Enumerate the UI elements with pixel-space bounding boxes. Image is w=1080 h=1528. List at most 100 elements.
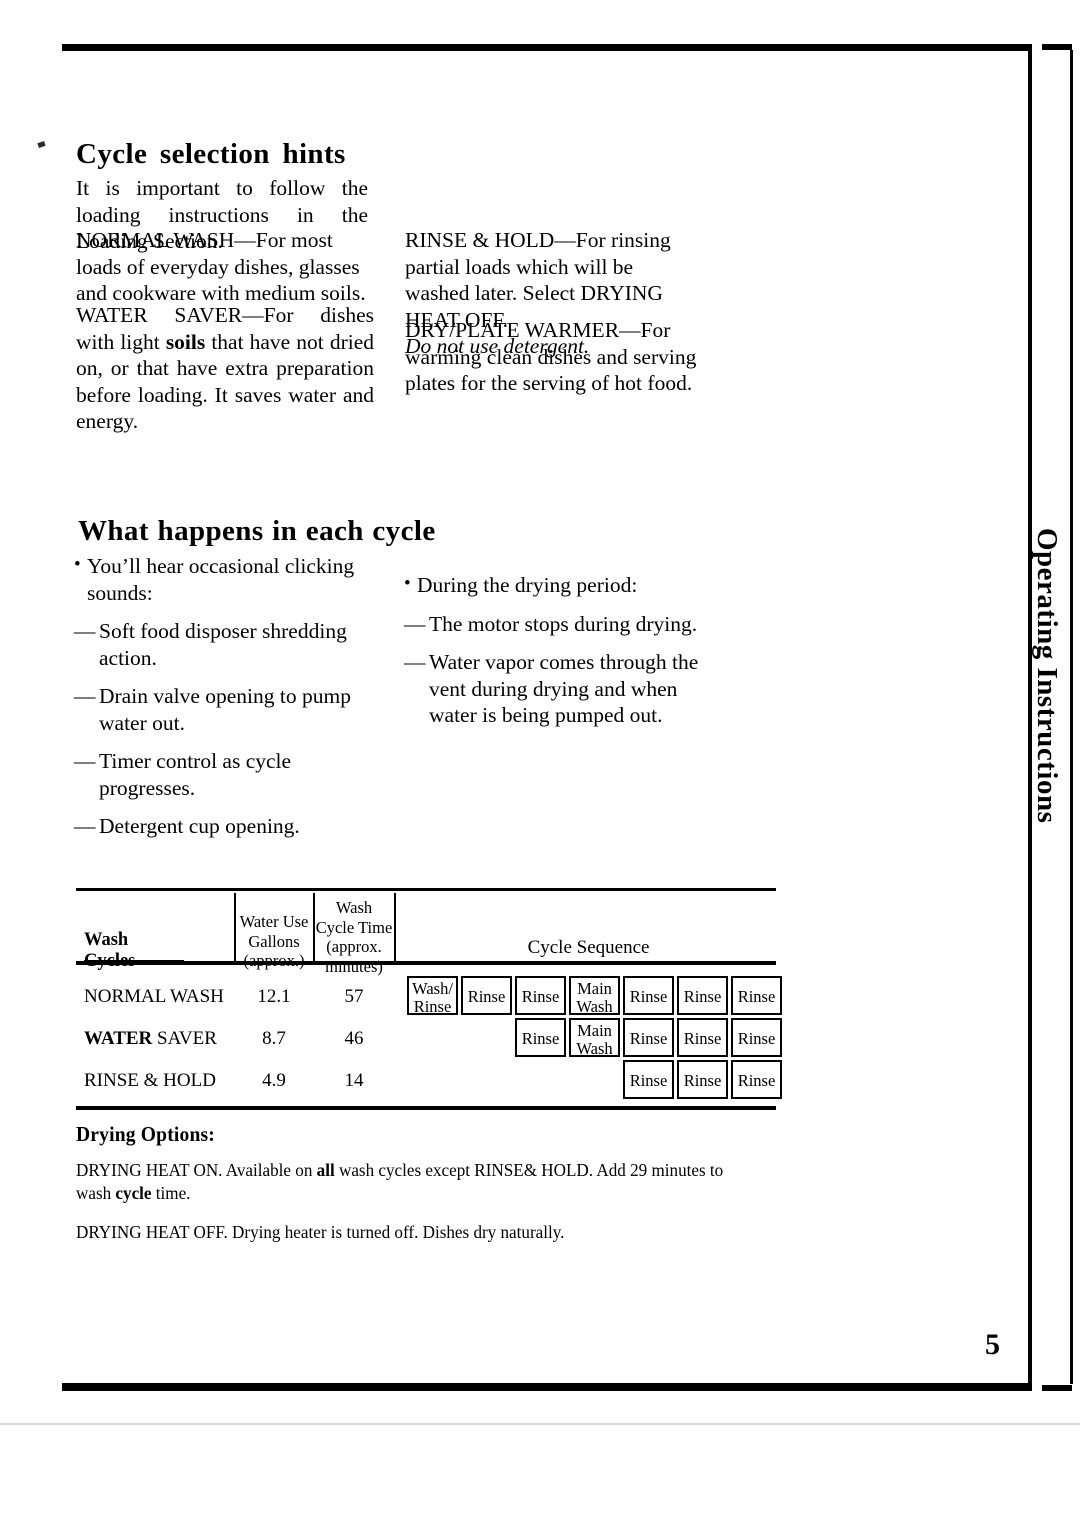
sequence-box: Wash/Rinse: [407, 976, 458, 1015]
cycle-hint-water-saver: WATER SAVER—For dishes with light soils …: [76, 302, 374, 449]
water-use-line-3: (approx.): [243, 951, 305, 970]
heading-cycle-selection-hints: Cycle selection hints: [76, 138, 346, 170]
bottom-rule-stub: [1042, 1385, 1072, 1391]
sequence-box: Rinse: [677, 1018, 728, 1057]
side-tab-label: Operating Instructions: [1031, 528, 1063, 824]
sequence-box: Main Wash: [569, 1018, 620, 1057]
table-cell-minutes: 14: [344, 1070, 364, 1091]
dry-plate-warmer-text: warming clean dishes and serving plates …: [405, 344, 697, 396]
sequence-box: Rinse: [731, 1060, 782, 1099]
rinse-hold-term: RINSE & HOLD—For rinsing: [405, 228, 671, 252]
top-rule: [62, 44, 1030, 51]
page-number: 5: [985, 1328, 1000, 1361]
list-item: • During the drying period:: [404, 572, 704, 599]
manual-page: Operating Instructions Cycle selection h…: [0, 0, 1080, 1528]
dry-plate-warmer-term: DRY/PLATE WARMER—For: [405, 318, 671, 342]
list-item: • You’ll hear occasional clicking sounds…: [74, 553, 374, 606]
sequence-box: Rinse: [461, 976, 512, 1015]
water-saver-paragraph: WATER SAVER—For dishes with light soils …: [76, 302, 374, 435]
column-header-cycle-time: Wash Cycle Time (approx. minutes): [315, 898, 393, 976]
list-item-text: Drain valve opening to pump water out.: [99, 684, 351, 735]
table-bottom-rule: [76, 1106, 776, 1110]
table-cell-gallons: 12.1: [257, 986, 291, 1007]
column-header-cycle-sequence: Cycle Sequence: [527, 937, 650, 958]
list-item: — Soft food disposer shredding action.: [74, 618, 374, 671]
sequence-box: Rinse: [623, 1018, 674, 1057]
drying-on-text-c: time.: [151, 1183, 191, 1203]
top-rule-stub: [1042, 44, 1072, 50]
normal-wash-text: loads of everyday dishes, glasses and co…: [76, 254, 366, 306]
water-use-line-1: Water Use: [239, 912, 309, 931]
sequence-box: Rinse: [731, 976, 782, 1015]
sequence-box: Main Wash: [569, 976, 620, 1015]
table-cell-gallons: 8.7: [262, 1028, 286, 1049]
table-column-divider: [394, 893, 396, 962]
water-saver-text-a: light: [120, 329, 166, 354]
column-header-wash-cycles: Wash Cycles: [84, 930, 224, 972]
list-item: — Water vapor comes through the vent dur…: [404, 649, 704, 729]
column-header-water-use: Water Use Gallons (approx.): [236, 912, 312, 971]
list-item: — Drain valve opening to pump water out.: [74, 683, 374, 736]
list-item-text: You’ll hear occasional clicking sounds:: [87, 554, 355, 605]
table-row-label: RINSE & HOLD: [84, 1070, 216, 1091]
table-row-label: NORMAL WASH: [84, 986, 224, 1007]
sequence-box: Rinse: [623, 1060, 674, 1099]
wash-cycles-underline: [84, 960, 184, 962]
dry-plate-warmer-paragraph: DRY/PLATE WARMER—For warming clean dishe…: [405, 317, 697, 397]
bullet-dot-icon: •: [404, 573, 411, 594]
water-use-line-2: Gallons: [248, 931, 300, 951]
list-item: — The motor stops during drying.: [404, 611, 704, 638]
list-item-text: Water vapor comes through the vent durin…: [429, 650, 699, 727]
sequence-box: Rinse: [731, 1018, 782, 1057]
what-happens-right-list: • During the drying period: — The motor …: [404, 572, 704, 741]
sequence-box: Rinse: [623, 976, 674, 1015]
drying-on-bold-all: all: [316, 1160, 335, 1180]
drying-on-bold-cycle: cycle: [115, 1183, 152, 1203]
normal-wash-term: NORMAL WASH—For most: [76, 228, 333, 252]
em-dash-icon: —: [404, 650, 426, 674]
em-dash-icon: —: [404, 611, 426, 636]
list-item-text: Detergent cup opening.: [99, 814, 300, 838]
list-item-text: During the drying period:: [417, 573, 638, 597]
wash-cycles-line-1: Wash: [84, 930, 129, 950]
table-cell-minutes: 46: [344, 1028, 364, 1049]
list-item: — Timer control as cycle progresses.: [74, 748, 374, 801]
side-tab: Operating Instructions: [1029, 520, 1071, 880]
drying-options-section: Drying Options: DRYING HEAT ON. Availabl…: [76, 1122, 766, 1260]
cycle-time-line-4: minutes): [325, 956, 383, 976]
normal-wash-paragraph: NORMAL WASH—For most loads of everyday d…: [76, 227, 368, 307]
list-item: — Detergent cup opening.: [74, 813, 374, 840]
table-cell-minutes: 57: [344, 986, 364, 1007]
cycle-time-line-3: (approx.: [326, 937, 382, 956]
row-label-rest: SAVER: [152, 1028, 217, 1049]
drying-heat-off-paragraph: DRYING HEAT OFF. Drying heater is turned…: [76, 1222, 565, 1242]
water-saver-emphasis: soils: [165, 329, 206, 354]
list-item-text: Soft food disposer shredding action.: [99, 619, 347, 670]
drying-heat-on-paragraph: DRYING HEAT ON. Available on all wash cy…: [76, 1159, 732, 1205]
drying-options-heading: Drying Options:: [76, 1122, 215, 1146]
bottom-rule: [62, 1383, 1030, 1391]
drying-on-text-a: DRYING HEAT ON. Available on: [76, 1160, 317, 1180]
table-top-rule: [76, 888, 776, 891]
sequence-box: Rinse: [677, 1060, 728, 1099]
scan-speck: [37, 141, 46, 148]
cycle-time-line-1: Wash: [335, 898, 373, 917]
row-label-bold-part: WATER: [84, 1028, 153, 1049]
heading-what-happens-in-each-cycle: What happens in each cycle: [78, 515, 436, 547]
list-item-text: Timer control as cycle progresses.: [99, 749, 292, 800]
bullet-dot-icon: •: [74, 554, 81, 575]
page-edge-line: [0, 1423, 1080, 1425]
what-happens-left-list: • You’ll hear occasional clicking sounds…: [74, 553, 374, 852]
cycle-hint-dry-plate-warmer: DRY/PLATE WARMER—For warming clean dishe…: [405, 317, 697, 411]
em-dash-icon: —: [74, 684, 96, 708]
cycle-time-line-2: Cycle Time: [315, 917, 393, 937]
sequence-box: Rinse: [677, 976, 728, 1015]
sequence-box: Rinse: [515, 976, 566, 1015]
em-dash-icon: —: [74, 749, 96, 773]
table-cell-gallons: 4.9: [262, 1070, 286, 1091]
em-dash-icon: —: [74, 619, 96, 643]
table-row-label: WATER SAVER: [84, 1028, 217, 1050]
list-item-text: The motor stops during drying.: [429, 611, 698, 636]
sequence-box: Rinse: [515, 1018, 566, 1057]
em-dash-icon: —: [74, 814, 96, 838]
